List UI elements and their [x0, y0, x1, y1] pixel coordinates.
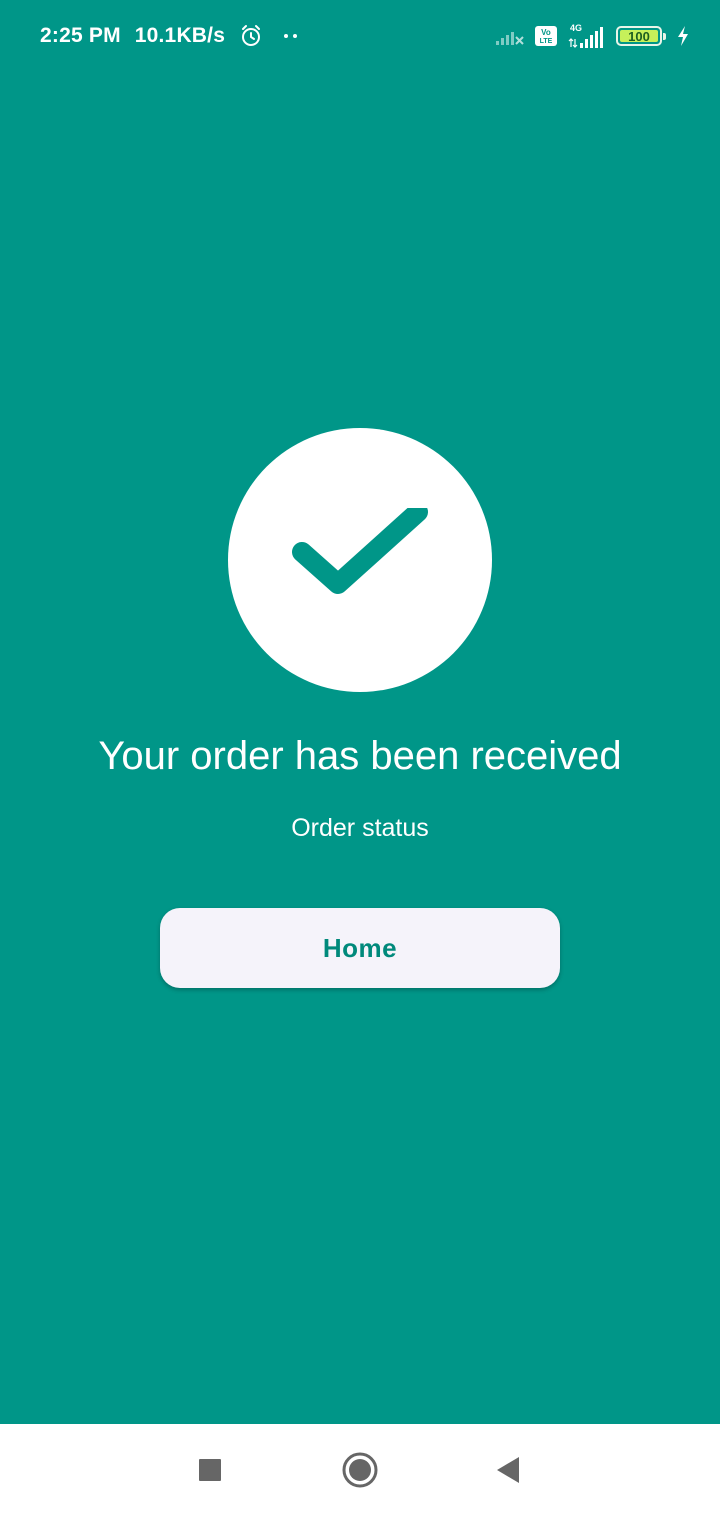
alarm-icon — [239, 24, 263, 48]
volte-bottom-text: LTE — [540, 38, 553, 45]
navigation-bar — [0, 1424, 720, 1520]
volte-top-text: Vo — [541, 28, 551, 37]
volte-icon: Vo LTE — [534, 25, 558, 47]
confirmation-title: Your order has been received — [98, 734, 622, 778]
checkmark-icon — [290, 501, 430, 613]
order-status-label: Order status — [291, 814, 429, 842]
network-speed: 10.1KB/s — [134, 24, 226, 47]
recent-apps-button[interactable] — [186, 1448, 234, 1496]
success-circle — [228, 428, 492, 692]
home-nav-button[interactable] — [336, 1448, 384, 1496]
status-bar: 2:25 PM 10.1KB/s Vo LTE 4G 100 — [0, 0, 720, 70]
battery-icon: 100 — [616, 26, 666, 46]
charging-icon — [676, 25, 690, 47]
back-icon — [495, 1456, 521, 1489]
status-bar-right: Vo LTE 4G 100 — [496, 20, 690, 52]
app-screen: 2:25 PM 10.1KB/s Vo LTE 4G 100 Your orde… — [0, 0, 720, 1424]
signal-4g-icon: 4G — [568, 23, 606, 49]
status-bar-left: 2:25 PM 10.1KB/s — [40, 20, 299, 52]
network-type-text: 4G — [570, 23, 582, 33]
home-nav-icon — [341, 1451, 379, 1494]
home-button[interactable]: Home — [160, 908, 560, 988]
battery-level: 100 — [628, 28, 650, 44]
recent-apps-icon — [198, 1458, 222, 1487]
signal-weak-icon — [496, 26, 524, 46]
back-button[interactable] — [484, 1448, 532, 1496]
notification-dots-icon — [283, 32, 299, 40]
status-time: 2:25 PM — [40, 24, 121, 47]
